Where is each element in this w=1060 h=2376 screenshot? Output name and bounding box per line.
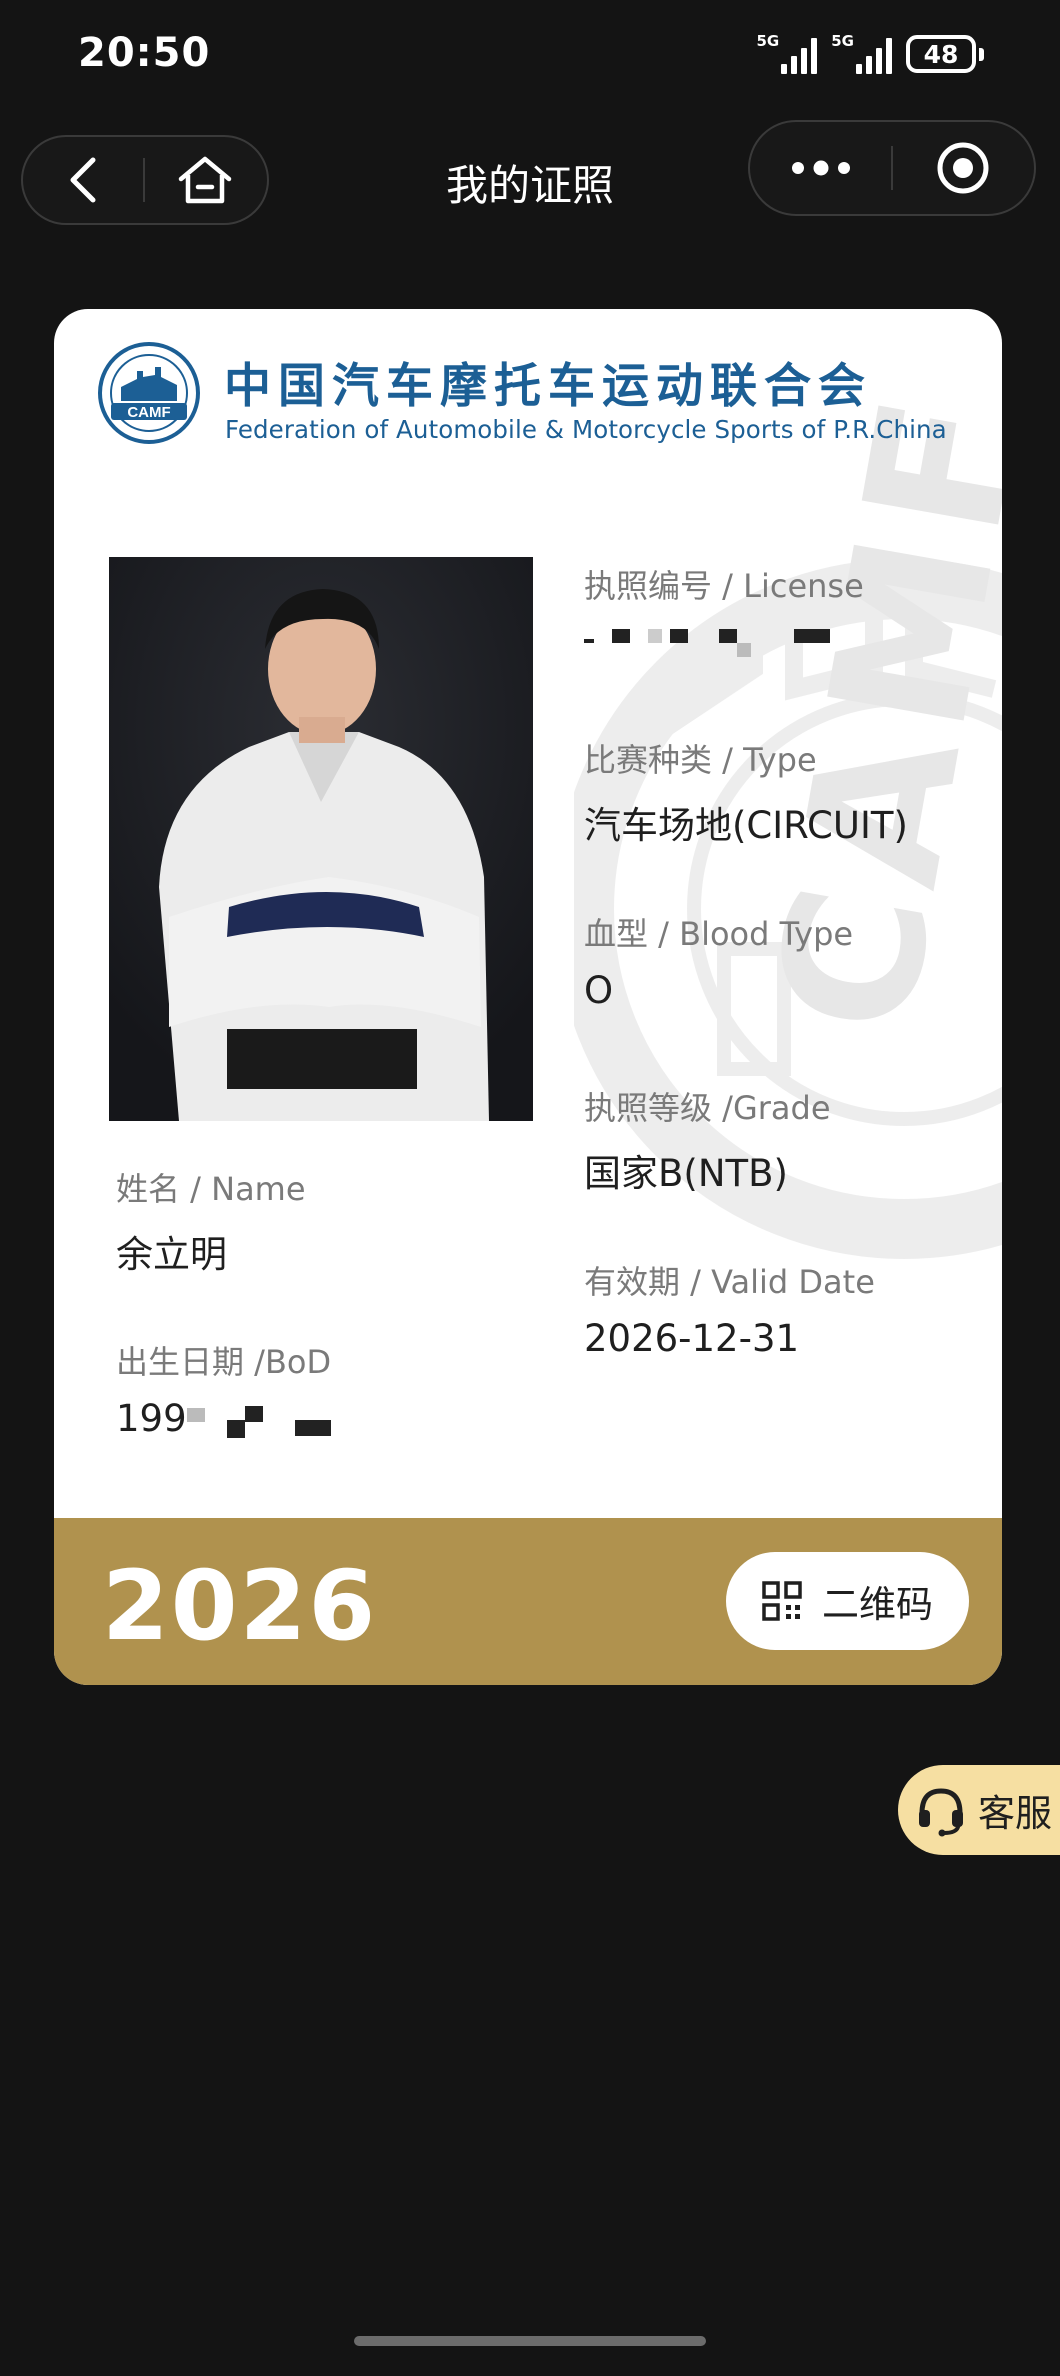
grade-label: 执照等级 /Grade: [584, 1089, 831, 1127]
valid-date-value: 2026-12-31: [584, 1317, 800, 1360]
license-label: 执照编号 / License: [584, 567, 864, 605]
page: 20:50 5G 5G 48 我的证照 CAMF CAMF 中国汽车摩托车运动联…: [0, 0, 1060, 2376]
birth-date-value: 199: [116, 1397, 335, 1440]
grade-field: 执照等级 /Grade 国家B(NTB): [584, 1083, 831, 1197]
driver-photo: [109, 557, 533, 1121]
license-field: 执照编号 / License: [584, 561, 864, 657]
type-label: 比赛种类 / Type: [584, 741, 817, 779]
customer-service-label: 客服: [978, 1792, 1052, 1835]
qr-code-label: 二维码: [822, 1583, 933, 1626]
license-year: 2026: [102, 1550, 378, 1662]
target-circle-icon: [937, 142, 989, 194]
signal-2-icon: 5G: [831, 34, 892, 74]
valid-date-field: 有效期 / Valid Date 2026-12-31: [584, 1257, 875, 1360]
license-value-redacted: [584, 621, 864, 657]
birth-date-redaction-2: [294, 1404, 335, 1436]
driver-portrait-image: [109, 557, 533, 1121]
name-label: 姓名 / Name: [116, 1170, 306, 1208]
birth-date-visible: 199: [116, 1397, 187, 1440]
license-card: CAMF CAMF 中国汽车摩托车运动联合会 Federation of Aut…: [54, 309, 1002, 1685]
battery-level: 48: [906, 35, 976, 73]
close-miniprogram-button[interactable]: [893, 122, 1034, 214]
status-time: 20:50: [78, 30, 211, 76]
org-name-en: Federation of Automobile & Motorcycle Sp…: [225, 415, 947, 444]
camf-logo-icon: CAMF: [98, 342, 200, 444]
customer-service-button[interactable]: 客服: [898, 1765, 1060, 1855]
type-field: 比赛种类 / Type 汽车场地(CIRCUIT): [584, 735, 908, 849]
qr-code-icon: [762, 1581, 802, 1621]
org-name-cn: 中国汽车摩托车运动联合会: [224, 359, 872, 414]
valid-date-label: 有效期 / Valid Date: [584, 1263, 875, 1301]
nav-right-capsule: [748, 120, 1036, 216]
more-button[interactable]: [750, 122, 891, 214]
grade-value: 国家B(NTB): [584, 1152, 788, 1195]
headset-icon: [919, 1788, 963, 1837]
birth-date-redaction: [186, 1404, 287, 1438]
svg-text:CAMF: CAMF: [127, 404, 170, 421]
blood-type-field: 血型 / Blood Type O: [584, 909, 853, 1012]
birth-date-field: 出生日期 /BoD 199: [116, 1337, 335, 1440]
birth-date-label: 出生日期 /BoD: [116, 1343, 332, 1381]
home-indicator[interactable]: [354, 2336, 706, 2346]
name-field: 姓名 / Name 余立明: [116, 1164, 306, 1278]
card-footer: 2026 二维码: [54, 1518, 1002, 1685]
signal-1-icon: 5G: [757, 34, 818, 74]
type-value: 汽车场地(CIRCUIT): [584, 804, 908, 847]
battery-icon: 48: [906, 35, 984, 73]
qr-code-button[interactable]: 二维码: [726, 1552, 969, 1650]
status-indicators: 5G 5G 48: [757, 34, 984, 74]
more-dots-icon: [791, 160, 850, 176]
blood-type-value: O: [584, 969, 614, 1012]
name-value: 余立明: [116, 1233, 227, 1276]
blood-type-label: 血型 / Blood Type: [584, 915, 854, 953]
